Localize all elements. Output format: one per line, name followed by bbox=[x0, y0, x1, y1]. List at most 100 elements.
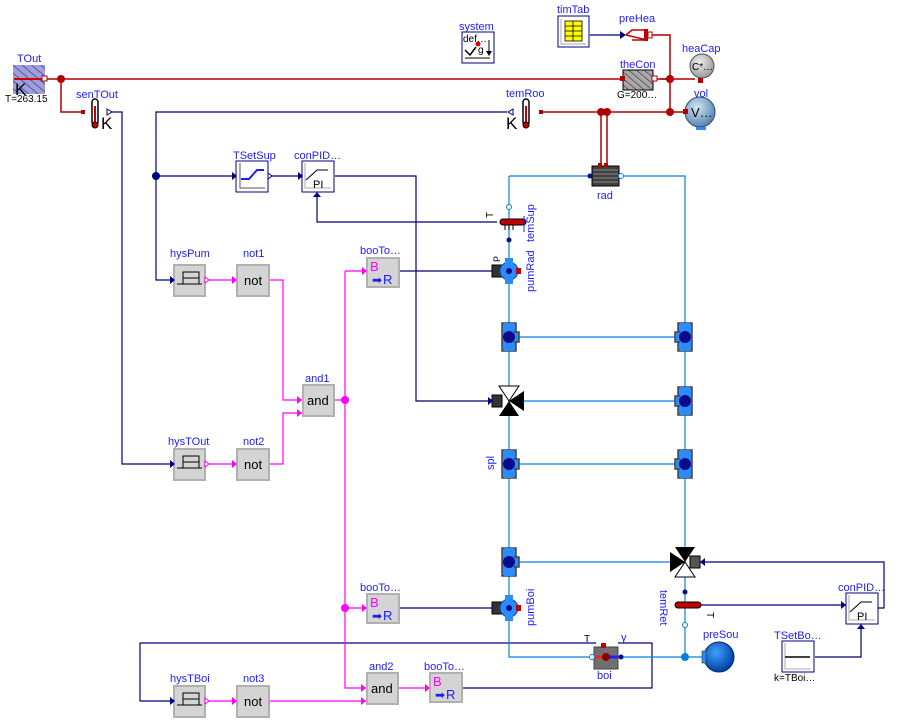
component-timTab[interactable]: timTab bbox=[557, 4, 590, 48]
preHea-label: preHea bbox=[619, 13, 656, 25]
wire-rad-heat bbox=[600, 112, 608, 166]
wire-not1-and1 bbox=[269, 279, 303, 401]
conPIDRad-label: conPID… bbox=[294, 150, 341, 162]
svg-text:B: B bbox=[433, 674, 442, 689]
temSup-label: temSup bbox=[525, 204, 537, 242]
component-hysPum[interactable]: hysPum bbox=[170, 248, 210, 297]
hysteresis-icon bbox=[173, 685, 206, 718]
svg-text:➡: ➡ bbox=[372, 273, 382, 287]
splitter-icon[interactable] bbox=[501, 449, 520, 479]
hysTOut-label: hysTOut bbox=[168, 436, 209, 448]
modelica-diagram-canvas: TOut K T=263.15 senTOut K system def… g … bbox=[5, 4, 885, 718]
svg-text:def…: def… bbox=[463, 34, 487, 45]
prescribed-heat-flow-icon bbox=[620, 31, 626, 39]
svg-text:and: and bbox=[371, 681, 393, 696]
svg-text:not: not bbox=[244, 457, 262, 472]
component-not3[interactable]: not3 not bbox=[232, 673, 270, 718]
not2-label: not2 bbox=[243, 436, 264, 448]
splitter-icon[interactable] bbox=[674, 449, 693, 479]
heat-wires bbox=[47, 34, 695, 166]
hysTBoi-label: hysTBoi bbox=[170, 673, 210, 685]
svg-text:g: g bbox=[478, 45, 484, 56]
svg-text:T: T bbox=[704, 612, 715, 618]
component-senTOut[interactable]: senTOut K bbox=[76, 89, 118, 133]
svg-text:and: and bbox=[307, 393, 329, 408]
booToReaRad-label: booTo… bbox=[360, 245, 401, 257]
component-TSetSup[interactable]: TSetSup bbox=[232, 150, 276, 193]
svg-text:PI: PI bbox=[857, 611, 867, 623]
splitter-icon[interactable] bbox=[501, 547, 520, 577]
component-booToReaBoi[interactable]: booTo… B ➡ R bbox=[360, 582, 401, 624]
component-rad[interactable]: rad bbox=[587, 163, 624, 202]
component-not2[interactable]: not2 not bbox=[232, 436, 270, 481]
svg-text:R: R bbox=[383, 272, 392, 287]
component-heaCap[interactable]: heaCap C*… bbox=[682, 43, 721, 83]
splitter-icon[interactable] bbox=[501, 322, 520, 352]
and2-label: and2 bbox=[369, 661, 393, 673]
theCon-label: theCon bbox=[620, 59, 655, 71]
hysPum-label: hysPum bbox=[170, 248, 210, 260]
pumRad-label: pumRad bbox=[525, 250, 537, 292]
splitter-icon[interactable] bbox=[674, 386, 693, 416]
component-not1[interactable]: not1 not bbox=[232, 248, 270, 297]
TOut-param: T=263.15 bbox=[5, 94, 48, 105]
wire-and1-bus bbox=[344, 271, 367, 689]
svg-text:not: not bbox=[244, 694, 262, 709]
component-and1[interactable]: and1 and bbox=[297, 373, 335, 417]
not3-label: not3 bbox=[243, 673, 264, 685]
hysteresis-icon bbox=[173, 448, 206, 481]
component-preSou[interactable]: preSou bbox=[701, 629, 738, 673]
component-theCon[interactable]: theCon G=200… bbox=[617, 59, 658, 101]
component-temSup[interactable]: T temSup bbox=[485, 204, 537, 243]
component-hysTBoi[interactable]: hysTBoi bbox=[170, 673, 210, 718]
rad-label: rad bbox=[597, 190, 613, 202]
TSetBoiRet-label: TSetBo… bbox=[774, 630, 822, 642]
component-system[interactable]: system def… g bbox=[459, 21, 495, 64]
theCon-param: G=200… bbox=[617, 90, 657, 101]
wire-tsetboi-pid bbox=[815, 626, 862, 658]
not1-label: not1 bbox=[243, 248, 264, 260]
component-TOut[interactable]: TOut K T=263.15 bbox=[5, 53, 48, 105]
component-preHea[interactable]: preHea bbox=[619, 13, 656, 41]
component-pumRad[interactable]: P pumRad bbox=[491, 250, 537, 292]
senTOut-unit: K bbox=[101, 114, 113, 133]
component-hysTOut[interactable]: hysTOut bbox=[168, 436, 210, 481]
svg-text:R: R bbox=[446, 687, 455, 702]
svg-text:P: P bbox=[492, 256, 502, 262]
thermal-conductor-icon bbox=[622, 69, 654, 91]
svg-text:B: B bbox=[370, 259, 379, 274]
pipe-bypasses bbox=[509, 336, 685, 563]
svg-text:y: y bbox=[621, 632, 627, 644]
component-booToRea[interactable]: booTo… B ➡ R bbox=[424, 661, 465, 703]
svg-text:T: T bbox=[584, 634, 590, 645]
timTab-label: timTab bbox=[557, 4, 589, 16]
component-conPIDBoi[interactable]: conPID… PI bbox=[838, 582, 885, 629]
temRoo-label: temRoo bbox=[506, 88, 545, 100]
component-pumBoi[interactable]: pumBoi bbox=[491, 589, 537, 626]
fluid-pipes bbox=[508, 175, 702, 658]
component-and2[interactable]: and2 and bbox=[361, 661, 399, 705]
spl-label: spl bbox=[485, 456, 497, 470]
component-booToReaRad[interactable]: booTo… B ➡ R bbox=[360, 245, 401, 288]
component-temRoo[interactable]: temRoo K bbox=[506, 88, 545, 133]
component-conPIDRad[interactable]: conPID… PI bbox=[294, 150, 341, 197]
splitter-icon[interactable] bbox=[674, 322, 693, 352]
temRet-label: temRet bbox=[657, 590, 669, 625]
component-temRet[interactable]: temRet T bbox=[657, 589, 715, 628]
component-valRad[interactable] bbox=[488, 385, 524, 416]
component-vol[interactable]: vol V… bbox=[683, 88, 716, 130]
component-TSetBoiRet[interactable]: TSetBo… k=TBoi… bbox=[774, 630, 822, 684]
svg-text:➡: ➡ bbox=[435, 688, 445, 702]
TOut-label: TOut bbox=[17, 53, 41, 65]
component-valBoi[interactable] bbox=[670, 547, 705, 578]
svg-text:PI: PI bbox=[313, 179, 323, 191]
svg-text:V…: V… bbox=[691, 105, 713, 120]
wire-not2-and1 bbox=[269, 412, 303, 465]
wire-sentout-hystout bbox=[110, 111, 174, 465]
component-boi[interactable]: T y boi bbox=[584, 632, 627, 682]
fluid-temperature-sensor-icon bbox=[499, 218, 527, 226]
hysteresis-icon bbox=[173, 264, 206, 297]
svg-text:B: B bbox=[370, 595, 379, 610]
boolean-wires bbox=[205, 270, 430, 702]
heaCap-label: heaCap bbox=[682, 43, 721, 55]
